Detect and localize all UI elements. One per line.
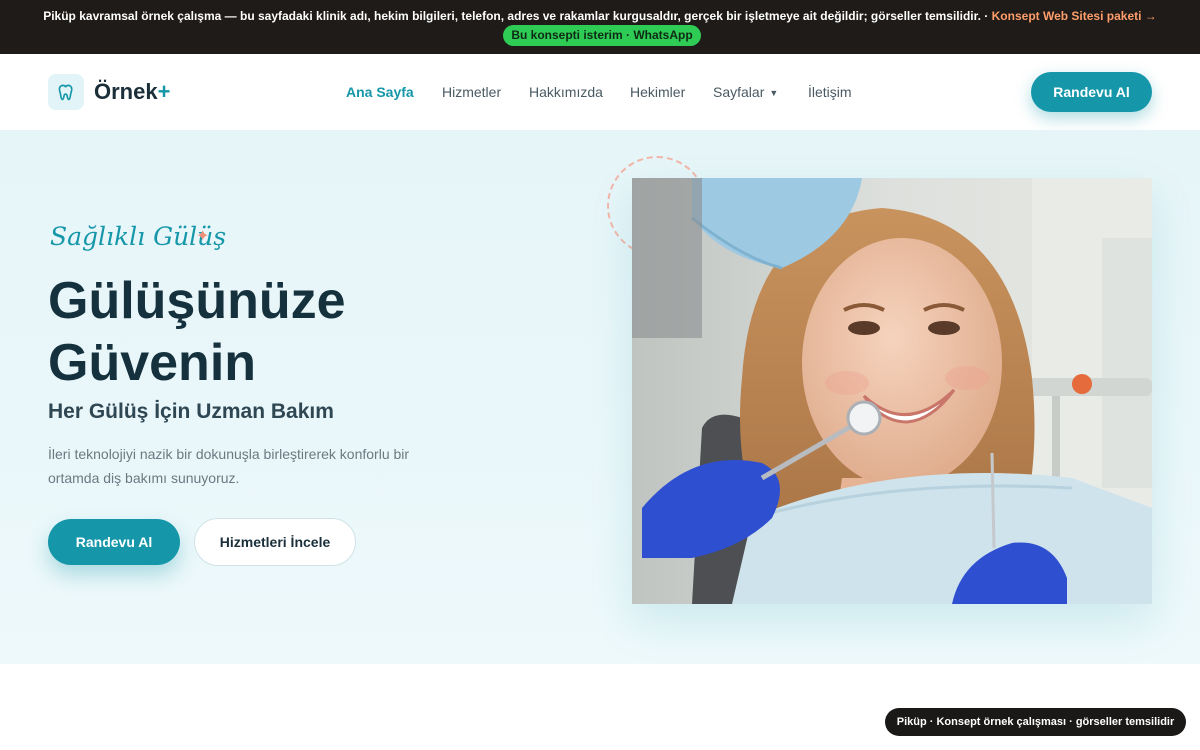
site-header: Örnek+ Ana Sayfa Hizmetler Hakkımızda He…	[0, 54, 1200, 130]
hero-section: Sağlıklı Gülüş ✦ Gülüşünüze Güvenin Her …	[0, 130, 1200, 664]
notice-body-2: , gerçek bir işletmeye ait değildir; gör…	[677, 9, 992, 23]
notice-emphasis: kurgusaldır	[612, 9, 678, 23]
logo-text: Örnek	[94, 79, 158, 104]
notice-bar: Piküp kavramsal örnek çalışma — bu sayfa…	[0, 0, 1200, 54]
nav-item-contact[interactable]: İletişim	[808, 84, 852, 100]
nav-item-home[interactable]: Ana Sayfa	[346, 84, 414, 100]
hero-photo	[632, 178, 1152, 604]
hero-title-line-2: Güvenin	[48, 334, 257, 392]
concept-badge[interactable]: Piküp · Konsept örnek çalışması · görsel…	[885, 708, 1186, 736]
hero-title-line-1: Gülüşünüze	[48, 272, 346, 330]
nav-item-services[interactable]: Hizmetler	[442, 84, 501, 100]
sparkle-icon: ✦	[196, 228, 210, 245]
tooth-icon[interactable]	[48, 74, 84, 110]
appointment-button[interactable]: Randevu Al	[1031, 72, 1152, 112]
hero-subtitle: Her Gülüş İçin Uzman Bakım	[48, 400, 334, 423]
nav-item-about[interactable]: Hakkımızda	[529, 84, 603, 100]
concept-package-link[interactable]: Konsept Web Sitesi paketi →	[992, 9, 1157, 23]
nav-item-pages-label: Sayfalar	[713, 84, 765, 100]
notice-body: — bu sayfadaki klinik adı, hekim bilgile…	[221, 9, 613, 23]
caret-down-icon: ▼	[769, 88, 779, 98]
hero-title: Gülüşünüze Güvenin	[48, 270, 346, 394]
logo[interactable]: Örnek+	[94, 79, 170, 105]
notice-brand: Piküp	[43, 9, 76, 23]
notice-lead: kavramsal örnek çalışma	[79, 9, 222, 23]
explore-services-button[interactable]: Hizmetleri İncele	[194, 518, 356, 566]
nav-item-pages[interactable]: Sayfalar ▼	[713, 84, 778, 100]
whatsapp-button[interactable]: Bu konsepti isterim · WhatsApp	[503, 25, 701, 46]
nav-item-doctors[interactable]: Hekimler	[630, 84, 685, 100]
notice-text: Piküp kavramsal örnek çalışma — bu sayfa…	[0, 9, 1200, 23]
hero-description: İleri teknolojiyi nazik bir dokunuşla bi…	[48, 446, 410, 486]
logo-plus: +	[157, 79, 171, 104]
hero-appointment-button[interactable]: Randevu Al	[48, 519, 180, 565]
